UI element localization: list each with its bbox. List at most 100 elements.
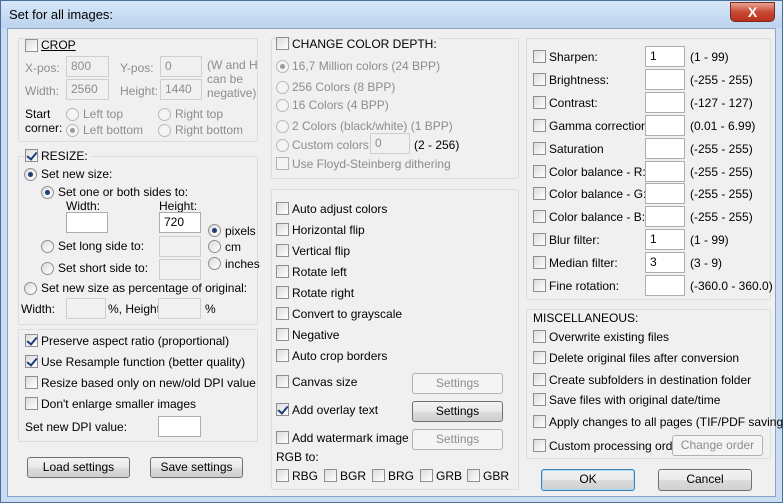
rgb-rbg-checkbox[interactable] [276, 469, 289, 482]
resize-width-input[interactable] [66, 212, 108, 233]
sharpen-checkbox[interactable] [533, 50, 546, 63]
color-24bpp-radio[interactable] [276, 60, 289, 73]
close-button[interactable]: X [730, 2, 775, 22]
subfolders-checkbox[interactable] [533, 373, 546, 386]
watermark-checkbox[interactable] [276, 431, 289, 444]
percent-width-input[interactable] [66, 298, 106, 319]
overwrite-checkbox[interactable] [533, 330, 546, 343]
balance-b-checkbox[interactable] [533, 210, 546, 223]
all-pages-checkbox[interactable] [533, 415, 546, 428]
crop-checkbox[interactable] [25, 39, 38, 52]
color-1bpp-label: 2 Colors (black/white) (1 BPP) [292, 119, 453, 133]
color-8bpp-radio[interactable] [276, 81, 289, 94]
corner-right-top-radio[interactable] [158, 108, 171, 121]
canvas-settings-button[interactable]: Settings [412, 373, 503, 394]
balance-r-checkbox[interactable] [533, 165, 546, 178]
blur-input[interactable]: 1 [645, 229, 685, 250]
saturation-input[interactable] [645, 138, 685, 159]
brightness-checkbox[interactable] [533, 73, 546, 86]
custom-order-checkbox[interactable] [533, 439, 546, 452]
custom-colors-radio[interactable] [276, 139, 289, 152]
grayscale-checkbox[interactable] [276, 307, 289, 320]
auto-adjust-checkbox[interactable] [276, 202, 289, 215]
rgb-bgr-checkbox[interactable] [324, 469, 337, 482]
original-date-checkbox[interactable] [533, 393, 546, 406]
percent-height-input[interactable] [158, 298, 201, 319]
rotate-right-checkbox[interactable] [276, 286, 289, 299]
resize-checkbox[interactable] [25, 149, 38, 162]
crop-height-input[interactable]: 1440 [160, 79, 202, 100]
overlay-text-checkbox[interactable] [276, 403, 289, 416]
long-side-radio[interactable] [41, 240, 54, 253]
color-depth-checkbox[interactable] [276, 37, 289, 50]
saturation-checkbox[interactable] [533, 142, 546, 155]
color-8bpp-label: 256 Colors (8 BPP) [292, 80, 396, 94]
percentage-radio[interactable] [24, 282, 37, 295]
dpi-only-checkbox[interactable] [25, 376, 38, 389]
subfolders-label: Create subfolders in destination folder [549, 373, 752, 387]
overlay-settings-button[interactable]: Settings [412, 401, 503, 422]
color-1bpp-radio[interactable] [276, 120, 289, 133]
contrast-input[interactable] [645, 92, 685, 113]
corner-left-bottom-radio[interactable] [66, 124, 79, 137]
one-or-both-radio[interactable] [41, 186, 54, 199]
balance-g-input[interactable] [645, 183, 685, 204]
one-or-both-label: Set one or both sides to: [58, 185, 189, 199]
brightness-input[interactable] [645, 69, 685, 90]
ok-button[interactable]: OK [541, 469, 635, 491]
crop-ypos-input[interactable]: 0 [160, 56, 202, 77]
color-4bpp-radio[interactable] [276, 99, 289, 112]
crop-note-line1: (W and H [207, 58, 258, 72]
blur-checkbox[interactable] [533, 233, 546, 246]
balance-b-input[interactable] [645, 206, 685, 227]
floyd-steinberg-checkbox[interactable] [276, 157, 289, 170]
rgb-brg-checkbox[interactable] [372, 469, 385, 482]
resample-checkbox[interactable] [25, 355, 38, 368]
median-input[interactable]: 3 [645, 252, 685, 273]
custom-colors-input[interactable]: 0 [370, 133, 410, 154]
median-checkbox[interactable] [533, 256, 546, 269]
load-settings-button[interactable]: Load settings [27, 457, 130, 478]
cancel-button[interactable]: Cancel [658, 469, 752, 491]
fine-rotation-checkbox[interactable] [533, 279, 546, 292]
balance-g-checkbox[interactable] [533, 187, 546, 200]
corner-left-top-radio[interactable] [66, 108, 79, 121]
gamma-input[interactable] [645, 115, 685, 136]
auto-adjust-label: Auto adjust colors [292, 202, 388, 216]
gamma-checkbox[interactable] [533, 119, 546, 132]
delete-original-checkbox[interactable] [533, 351, 546, 364]
corner-right-bottom-radio[interactable] [158, 124, 171, 137]
preserve-aspect-checkbox[interactable] [25, 334, 38, 347]
canvas-size-checkbox[interactable] [276, 375, 289, 388]
set-new-size-radio[interactable] [24, 168, 37, 181]
rgb-gbr-checkbox[interactable] [467, 469, 480, 482]
dpi-value-input[interactable] [158, 416, 201, 437]
resize-height-input[interactable]: 720 [159, 212, 201, 233]
sharpen-input[interactable]: 1 [645, 46, 685, 67]
rgb-grb-checkbox[interactable] [420, 469, 433, 482]
short-side-radio[interactable] [41, 262, 54, 275]
title-bar[interactable]: Set for all images: X [1, 1, 782, 28]
save-settings-button[interactable]: Save settings [150, 457, 243, 478]
unit-inches-radio[interactable] [208, 257, 221, 270]
crop-width-input[interactable]: 2560 [66, 79, 109, 100]
change-order-button[interactable]: Change order [672, 435, 763, 456]
unit-pixels-radio[interactable] [208, 224, 221, 237]
corner-right-top-label: Right top [175, 107, 224, 121]
misc-label: MISCELLANEOUS: [533, 311, 639, 325]
no-enlarge-checkbox[interactable] [25, 397, 38, 410]
auto-crop-checkbox[interactable] [276, 349, 289, 362]
negative-checkbox[interactable] [276, 328, 289, 341]
short-side-input[interactable] [159, 259, 201, 280]
crop-height-label: Height: [120, 84, 159, 98]
vertical-flip-checkbox[interactable] [276, 244, 289, 257]
contrast-checkbox[interactable] [533, 96, 546, 109]
unit-cm-radio[interactable] [208, 240, 221, 253]
balance-r-input[interactable] [645, 161, 685, 182]
horizontal-flip-checkbox[interactable] [276, 223, 289, 236]
crop-xpos-input[interactable]: 800 [66, 56, 109, 77]
rotate-left-checkbox[interactable] [276, 265, 289, 278]
fine-rotation-input[interactable] [645, 275, 685, 296]
long-side-input[interactable] [159, 236, 201, 257]
watermark-settings-button[interactable]: Settings [412, 429, 503, 450]
